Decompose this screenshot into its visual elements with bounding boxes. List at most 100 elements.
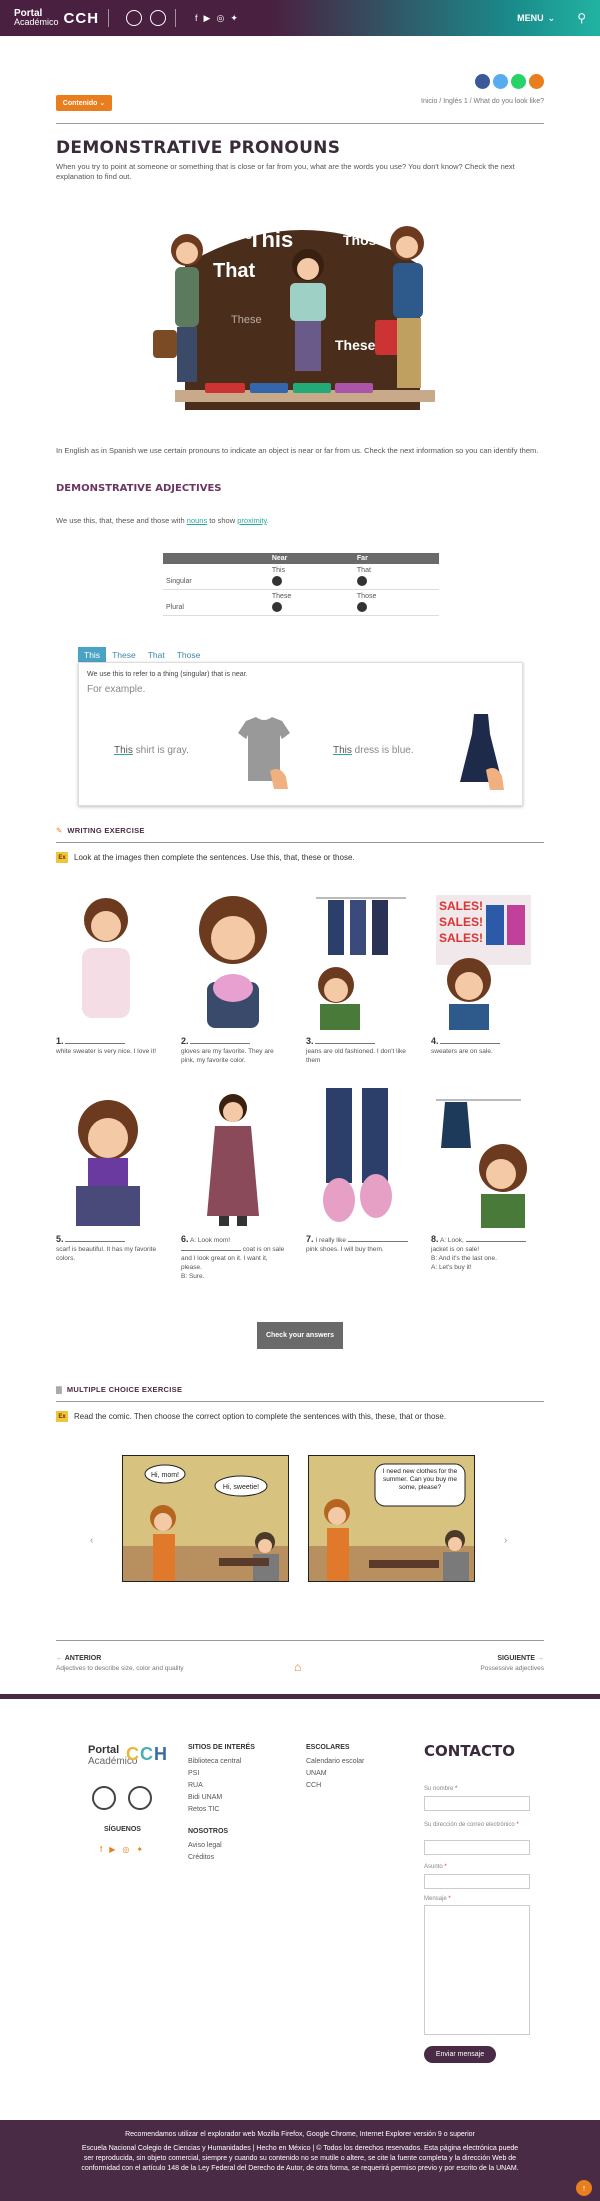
paragraph: In English as in Spanish we use certain …: [56, 446, 539, 455]
answer-blank[interactable]: [315, 1043, 376, 1044]
answer-blank[interactable]: [65, 1241, 126, 1242]
search-icon[interactable]: ⚲: [577, 11, 586, 25]
footer-link[interactable]: Retos TIC: [188, 1804, 255, 1816]
twitter-icon[interactable]: ✦: [136, 1845, 143, 1854]
check-answers-button[interactable]: Check your answers: [257, 1322, 343, 1349]
footer-cch-logo[interactable]: CCH: [126, 1744, 168, 1765]
divider: [56, 1640, 544, 1641]
cch-seal-icon[interactable]: [128, 1786, 152, 1810]
divider: [56, 842, 544, 843]
hero-illustration: Those This That These Those These: [153, 226, 435, 410]
tab-those[interactable]: Those: [171, 647, 207, 663]
hero-word: Those: [211, 226, 252, 242]
comic-panel: I need new clothes for the summer. Can y…: [308, 1455, 475, 1582]
sweaters-on-sale-image: SALES! SALES! SALES!: [436, 895, 531, 1030]
portal-logo[interactable]: Portal Académico: [14, 9, 59, 27]
name-input[interactable]: [424, 1796, 530, 1811]
writing-instruction: Ex Look at the images then complete the s…: [56, 852, 355, 863]
email-input[interactable]: [424, 1840, 530, 1855]
nouns-link[interactable]: nouns: [187, 516, 207, 525]
message-label: Mensaje *: [424, 1896, 451, 1902]
footer-link[interactable]: Aviso legal: [188, 1840, 255, 1852]
answer-blank[interactable]: [465, 1241, 526, 1242]
audio-play-icon[interactable]: [271, 576, 282, 586]
unam-seal-icon[interactable]: [126, 10, 143, 26]
answer-blank[interactable]: [347, 1241, 408, 1242]
email-label: Su dirección de correo electrónico *: [424, 1822, 519, 1828]
speech-bubble: Hi, mom!: [151, 1472, 179, 1479]
youtube-icon[interactable]: ▶: [204, 13, 211, 24]
prev-page-link[interactable]: ← ANTERIOR Adjectives to describe size, …: [56, 1655, 184, 1672]
instagram-icon[interactable]: ◎: [122, 1845, 129, 1854]
tab-rule: We use this to refer to a thing (singula…: [87, 671, 248, 678]
table-row: Singular This That: [163, 564, 439, 590]
breadcrumb[interactable]: Inicio / Inglés 1 / What do you look lik…: [421, 98, 544, 105]
divider: [56, 1401, 544, 1402]
for-example-label: For example.: [87, 684, 146, 695]
jeans-on-rack-image: [316, 897, 406, 1030]
share-icon[interactable]: [529, 74, 544, 89]
facebook-icon[interactable]: f: [195, 13, 198, 24]
name-label: Su nombre *: [424, 1786, 458, 1792]
twitter-icon[interactable]: [493, 74, 508, 89]
browser-recommendation: Recomendamos utilizar el explorador web …: [125, 2131, 475, 2138]
menu-button[interactable]: MENU ⌄: [517, 13, 555, 24]
back-to-top-button[interactable]: ↑: [576, 2180, 592, 2196]
comic-panel: Hi, mom! Hi, sweetie!: [122, 1455, 289, 1582]
unam-seal-icon[interactable]: [92, 1786, 116, 1810]
table-header: [163, 553, 269, 564]
exercise-badge: Ex: [56, 852, 68, 863]
answer-blank[interactable]: [65, 1043, 126, 1044]
pencil-icon: ✎: [56, 826, 63, 835]
footer-link[interactable]: Créditos: [188, 1852, 255, 1864]
exercise-item: 3. jeans are old fashioned. I don't like…: [306, 890, 411, 1065]
girl-coat-image: [207, 1094, 259, 1226]
message-textarea[interactable]: [424, 1905, 530, 2035]
cch-seal-icon[interactable]: [150, 10, 167, 26]
facebook-icon[interactable]: f: [100, 1845, 102, 1854]
section-heading-adjectives: DEMONSTRATIVE ADJECTIVES: [56, 483, 222, 494]
proximity-link[interactable]: proximity: [237, 516, 266, 525]
hero-word: That: [213, 260, 256, 282]
footer-link[interactable]: UNAM: [306, 1768, 364, 1780]
whatsapp-icon[interactable]: [511, 74, 526, 89]
twitter-icon[interactable]: ✦: [230, 13, 238, 24]
exercise-badge: Ex: [56, 1411, 68, 1422]
audio-play-icon[interactable]: [271, 602, 282, 612]
speech-bubble: I need new clothes for the summer. Can y…: [382, 1468, 458, 1491]
home-icon[interactable]: ⌂: [294, 1660, 301, 1674]
tab-that[interactable]: That: [142, 647, 171, 663]
svg-text:SALES!: SALES!: [439, 899, 483, 913]
answer-blank[interactable]: [190, 1043, 251, 1044]
facebook-icon[interactable]: [475, 74, 490, 89]
footer-link[interactable]: PSI: [188, 1768, 255, 1780]
footer-link[interactable]: CCH: [306, 1780, 364, 1792]
contenido-dropdown[interactable]: Contenido ⌄: [56, 95, 112, 111]
instagram-icon[interactable]: ◎: [216, 13, 224, 24]
comic-panel-art: I need new clothes for the summer. Can y…: [309, 1456, 474, 1581]
footer-link[interactable]: Biblioteca central: [188, 1756, 255, 1768]
example-sentence: This shirt is gray.: [114, 745, 189, 756]
audio-play-icon[interactable]: [356, 602, 367, 612]
footer-link[interactable]: RUA: [188, 1780, 255, 1792]
carousel-next-arrow[interactable]: ›: [504, 1535, 507, 1546]
carousel-prev-arrow[interactable]: ‹: [90, 1535, 93, 1546]
hero-word: These: [335, 337, 376, 353]
table-header: Far: [353, 553, 439, 564]
send-message-button[interactable]: Enviar mensaje: [424, 2046, 496, 2063]
footer-link[interactable]: Calendario escolar: [306, 1756, 364, 1768]
contact-heading: CONTACTO: [424, 1742, 515, 1760]
cch-logo[interactable]: CCH: [64, 10, 100, 27]
tab-this[interactable]: This: [78, 647, 107, 663]
footer-link[interactable]: Bidi UNAM: [188, 1792, 255, 1804]
subject-input[interactable]: [424, 1874, 530, 1889]
audio-play-icon[interactable]: [356, 576, 367, 586]
exercise-item: 7. I really like pink shoes. I will buy …: [306, 1088, 411, 1254]
youtube-icon[interactable]: ▶: [109, 1845, 115, 1854]
arrow-right-icon: →: [537, 1655, 544, 1662]
answer-blank[interactable]: [181, 1250, 241, 1251]
next-page-link[interactable]: SIGUIENTE → Possessive adjectives: [480, 1655, 544, 1672]
answer-blank[interactable]: [440, 1043, 501, 1044]
share-bar: [475, 74, 544, 89]
tab-these[interactable]: These: [106, 647, 142, 663]
